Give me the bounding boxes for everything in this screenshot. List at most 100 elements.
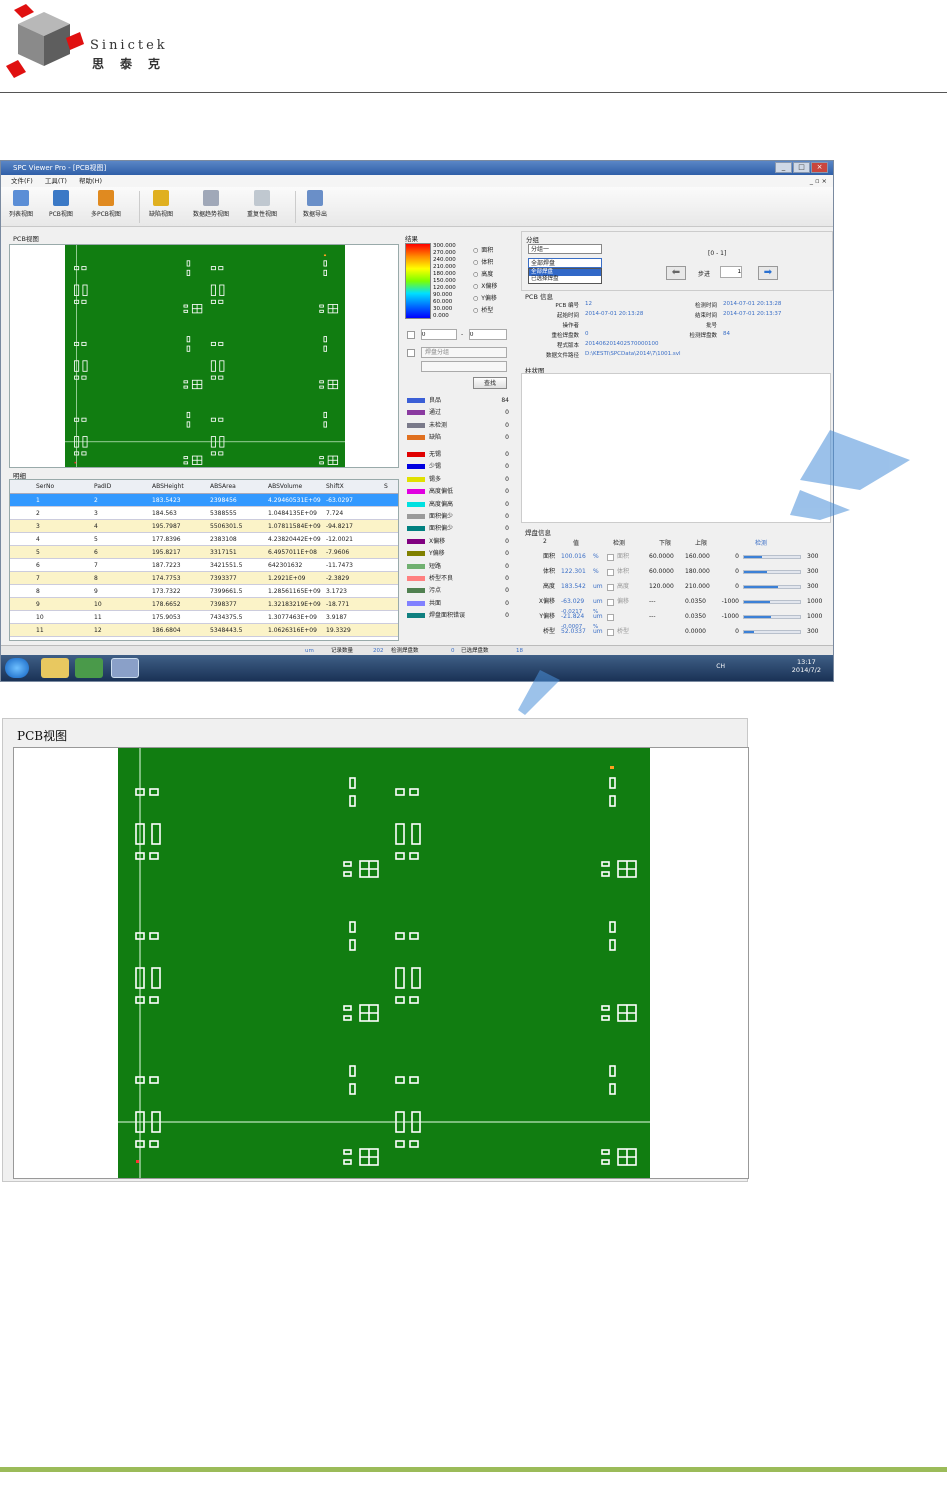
table-row[interactable]: 2 3 184.563 5388555 1.0484135E+09 7.724 (10, 507, 398, 520)
defect-view-button[interactable]: 缺陷视图 (149, 190, 173, 218)
result-mode-radio[interactable]: 面积 (473, 245, 493, 254)
table-cell: 1.28561165E+09 (268, 588, 321, 595)
search-button[interactable]: 查找 (473, 377, 507, 389)
legend-item[interactable]: 污点 0 (405, 585, 513, 596)
dropdown-option-all[interactable]: 全部焊盘 (529, 269, 601, 276)
col-absvolume[interactable]: ABSVolume (268, 482, 302, 492)
table-row[interactable]: 4 5 177.8396 2383108 4.23820442E+09 -12.0021 (10, 533, 398, 546)
spc-viewer-task-icon[interactable] (111, 658, 139, 678)
repeatability-view-button[interactable]: 重复性视图 (247, 190, 277, 218)
table-row[interactable]: 10 11 175.9053 7434375.5 1.3077463E+09 3.9187 (10, 611, 398, 624)
legend-item[interactable]: 焊盘面积错误 0 (405, 610, 513, 621)
table-row[interactable]: 1 2 183.5423 2398456 4.29460531E+09 -63.0297 (10, 494, 398, 507)
pad (81, 299, 87, 304)
pad-check-checkbox[interactable] (607, 599, 614, 606)
pad-low-limit: --- (649, 613, 656, 620)
menu-file[interactable]: 文件(F) (11, 175, 33, 187)
trend-view-button[interactable]: 数据趋势视图 (193, 190, 229, 218)
scale-label: 60.000 (433, 299, 453, 305)
legend-item[interactable]: 良品 84 (405, 395, 513, 406)
pad-check-checkbox[interactable] (607, 569, 614, 576)
pad-check-checkbox[interactable] (607, 554, 614, 561)
col-s[interactable]: S (384, 482, 388, 492)
scale-label: 0.000 (433, 313, 449, 319)
table-row[interactable]: 5 6 195.8217 3317151 6.4957011E+08 -7.9606 (10, 546, 398, 559)
legend-item[interactable]: 桥型不良 0 (405, 573, 513, 584)
pcb-view-panel[interactable] (9, 244, 399, 468)
group-checkbox[interactable] (407, 349, 415, 357)
pad-check-checkbox[interactable] (607, 629, 614, 636)
legend-item[interactable]: 锡多 0 (405, 474, 513, 485)
legend-item[interactable]: 共面 0 (405, 598, 513, 609)
maximize-icon[interactable]: □ (793, 162, 810, 173)
pad-subgroup-select[interactable] (421, 361, 507, 372)
taskbar-clock[interactable]: 13:17 2014/7/2 (792, 658, 821, 674)
step-stepper[interactable] (720, 266, 742, 278)
legend-item[interactable]: 缺陷 0 (405, 432, 513, 443)
start-icon[interactable] (5, 658, 29, 678)
table-row[interactable]: 3 4 195.7987 5506301.5 1.07811584E+09 -94.821… (10, 520, 398, 533)
legend-item[interactable]: 高度偏低 0 (405, 486, 513, 497)
pad-range-max: 300 (807, 628, 819, 635)
dropdown-option-selected[interactable]: 已选择焊盘 (529, 276, 601, 283)
close-icon[interactable]: × (811, 162, 828, 173)
next-arrow-icon[interactable]: ➡ (758, 266, 778, 280)
prev-arrow-icon[interactable]: ⬅ (666, 266, 686, 280)
legend-item[interactable]: 无锡 0 (405, 449, 513, 460)
minimize-icon[interactable]: _ (775, 162, 792, 173)
pcb-board-thumbnail[interactable] (65, 245, 345, 467)
legend-item[interactable]: 面积偏少 0 (405, 523, 513, 534)
table-cell: 6 (94, 549, 98, 556)
range-to-input[interactable] (469, 329, 507, 340)
pad-filter-select[interactable]: 全部焊盘 (528, 258, 602, 268)
range-from-input[interactable] (421, 329, 457, 340)
result-mode-radio[interactable]: Y偏移 (473, 293, 497, 302)
pad-group-select[interactable]: 焊盘分组 (421, 347, 507, 358)
col-absarea[interactable]: ABSArea (210, 482, 236, 492)
legend-item[interactable]: X偏移 0 (405, 536, 513, 547)
table-row[interactable]: 6 7 187.7223 3421551.5 642301632 -11.7473 (10, 559, 398, 572)
pad-check-checkbox[interactable] (607, 584, 614, 591)
legend-item[interactable]: 未检测 0 (405, 420, 513, 431)
table-row[interactable]: 8 9 173.7322 7399661.5 1.28561165E+09 3.1723 (10, 585, 398, 598)
pad-field-value: 100.016 (561, 553, 586, 560)
result-mode-radio[interactable]: 桥型 (473, 305, 493, 314)
table-row[interactable]: 11 12 186.6804 5348443.5 1.0626316E+09 19.332… (10, 624, 398, 637)
list-view-button[interactable]: 列表视图 (9, 190, 33, 218)
result-mode-radio[interactable]: X偏移 (473, 281, 497, 290)
col-absheight[interactable]: ABSHeight (152, 482, 184, 492)
group-select[interactable]: 分组一 (528, 244, 602, 254)
legend-item[interactable]: 短路 0 (405, 561, 513, 572)
legend-item[interactable]: 面积偏少 0 (405, 511, 513, 522)
table-row[interactable]: 9 10 178.6652 7398377 1.32183219E+09 -18.771 (10, 598, 398, 611)
legend-count: 0 (505, 475, 509, 483)
result-mode-radio[interactable]: 高度 (473, 269, 493, 278)
data-export-button[interactable]: 数据导出 (303, 190, 327, 218)
app-icon[interactable] (75, 658, 103, 678)
group-panel: 分组 分组一 全部焊盘 全部焊盘 已选择焊盘 [0 - 1] ⬅ 步进 ➡ (521, 231, 833, 291)
menu-tools[interactable]: 工具(T) (45, 175, 67, 187)
explorer-icon[interactable] (41, 658, 69, 678)
pad (395, 1140, 405, 1148)
multi-pcb-view-button[interactable]: 多PCB视图 (91, 190, 121, 218)
pcb-view-button[interactable]: PCB视图 (49, 190, 73, 218)
mdi-controls[interactable]: _ ▫ × (810, 175, 827, 187)
pad (349, 939, 356, 951)
pcb-info-value: 0 (585, 331, 589, 337)
input-language[interactable]: CH (716, 663, 725, 670)
range-checkbox[interactable] (407, 331, 415, 339)
menu-help[interactable]: 帮助(H) (79, 175, 102, 187)
legend-item[interactable]: 通过 0 (405, 407, 513, 418)
legend-item[interactable]: 少锡 0 (405, 461, 513, 472)
col-shiftx[interactable]: ShiftX (326, 482, 344, 492)
table-row[interactable]: 7 8 174.7753 7393377 1.2921E+09 -2.3829 (10, 572, 398, 585)
pcb-view-frame[interactable] (13, 747, 749, 1179)
legend-item[interactable]: 高度偏高 0 (405, 499, 513, 510)
col-serno[interactable]: SerNo (36, 482, 54, 492)
table-cell: -2.3829 (326, 575, 350, 582)
pad-check-checkbox[interactable] (607, 614, 614, 621)
legend-item[interactable]: Y偏移 0 (405, 548, 513, 559)
result-mode-radio[interactable]: 体积 (473, 257, 493, 266)
pcb-board-zoomed[interactable] (118, 748, 650, 1178)
col-padid[interactable]: PadID (94, 482, 111, 492)
